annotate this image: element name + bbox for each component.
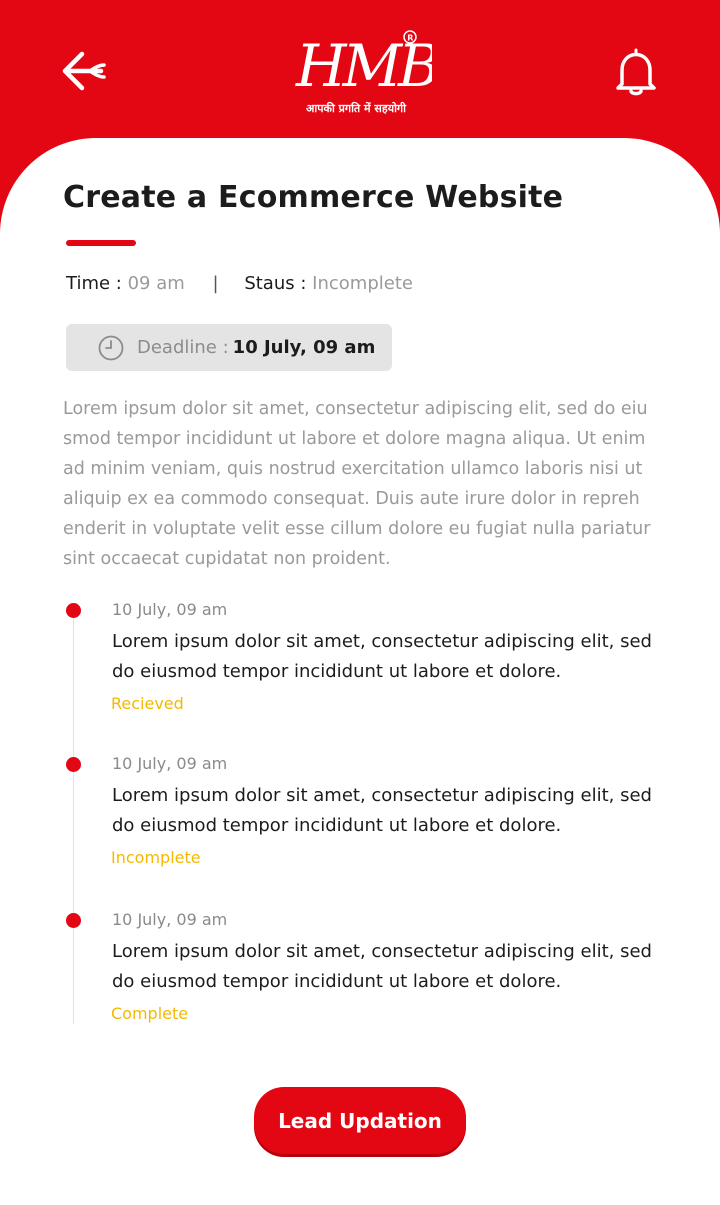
task-title: Create a Ecommerce Website bbox=[63, 180, 564, 215]
task-detail-screen: HMB R आपकी प्रगति में सहयोगी Create a Ec… bbox=[0, 0, 720, 1205]
status-value: Incomplete bbox=[312, 273, 413, 294]
timeline-date: 10 July, 09 am bbox=[112, 600, 228, 619]
clock-icon bbox=[98, 335, 124, 360]
deadline-label: Deadline : bbox=[137, 337, 229, 358]
timeline-text: Lorem ipsum dolor sit amet, consectetur … bbox=[112, 631, 652, 682]
timeline-text: Lorem ipsum dolor sit amet, consectetur … bbox=[112, 785, 652, 836]
lead-updation-button[interactable]: Lead Updation bbox=[254, 1087, 466, 1154]
deadline-chip: Deadline : 10 July, 09 am bbox=[66, 324, 392, 371]
timeline-status: Complete bbox=[111, 1004, 189, 1023]
back-button[interactable] bbox=[60, 50, 108, 92]
brand-logo: HMB R आपकी प्रगति में सहयोगी bbox=[292, 24, 443, 120]
time-label: Time : bbox=[66, 273, 122, 294]
status-label: Staus : bbox=[244, 273, 307, 294]
timeline-dot bbox=[66, 913, 81, 928]
timeline-dot bbox=[66, 757, 81, 772]
deadline-value: 10 July, 09 am bbox=[232, 337, 376, 358]
notifications-button[interactable] bbox=[612, 46, 660, 98]
timeline-text: Lorem ipsum dolor sit amet, consectetur … bbox=[112, 941, 652, 992]
timeline-dot bbox=[66, 603, 81, 618]
timeline-date: 10 July, 09 am bbox=[112, 910, 228, 929]
title-underline bbox=[66, 240, 136, 246]
task-description: Lorem ipsum dolor sit amet, consectetur … bbox=[63, 399, 651, 569]
time-value: 09 am bbox=[127, 273, 185, 294]
timeline-date: 10 July, 09 am bbox=[112, 754, 228, 773]
bell-icon bbox=[616, 48, 656, 96]
meta-separator: | bbox=[212, 273, 219, 294]
timeline-status: Recieved bbox=[111, 694, 184, 713]
back-arrow-icon bbox=[62, 51, 106, 91]
task-meta: Time : 09 am | Staus : Incomplete bbox=[66, 273, 413, 294]
timeline-line bbox=[73, 612, 74, 1024]
svg-text:आपकी प्रगति में सहयोगी: आपकी प्रगति में सहयोगी bbox=[306, 101, 407, 115]
timeline-status: Incomplete bbox=[111, 848, 201, 867]
svg-text:R: R bbox=[407, 34, 413, 43]
